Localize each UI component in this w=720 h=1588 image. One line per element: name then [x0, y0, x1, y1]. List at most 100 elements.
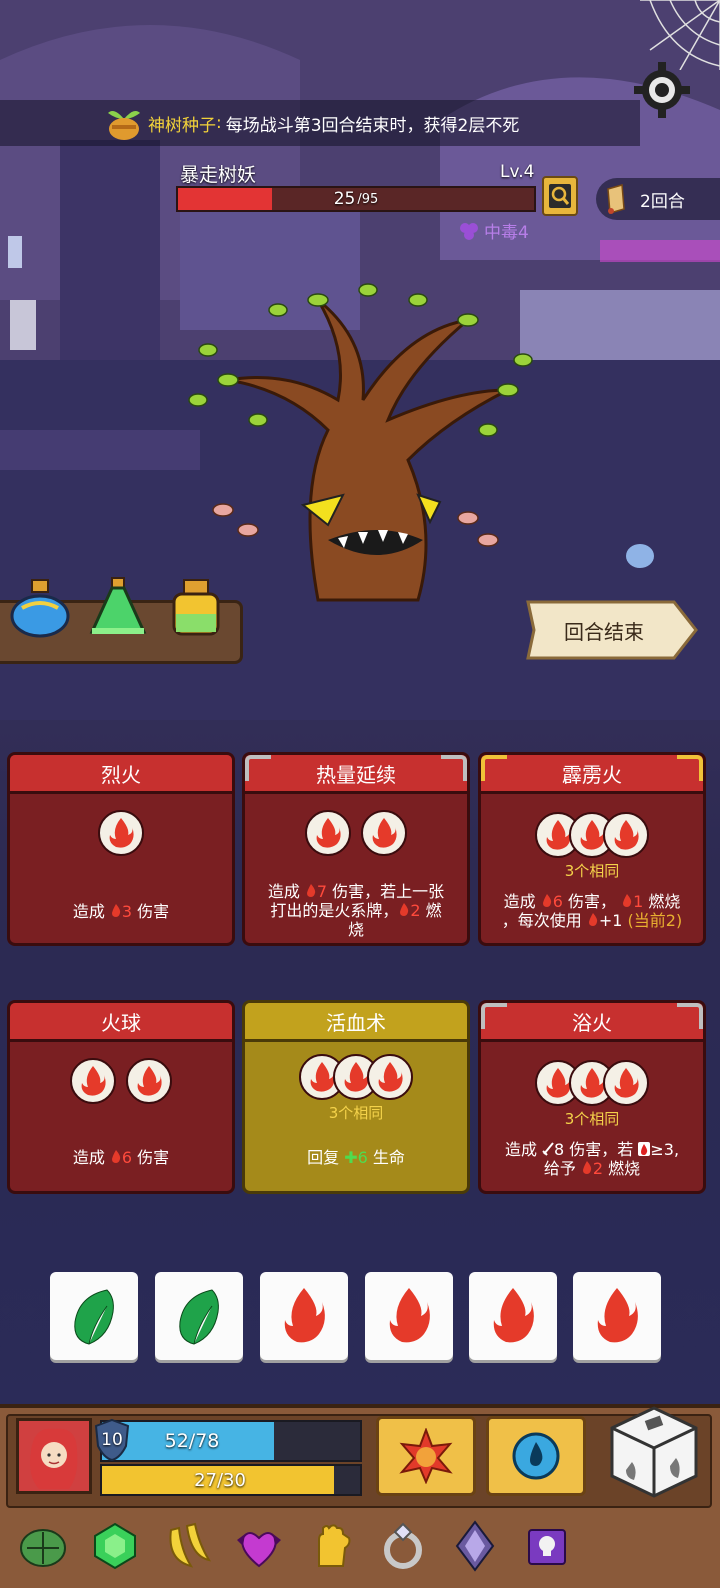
- relic-slot[interactable]: [446, 1517, 504, 1575]
- player-avatar[interactable]: [16, 1418, 92, 1494]
- relic-slot[interactable]: [374, 1517, 432, 1575]
- player-level-shield-icon: 10: [92, 1418, 132, 1462]
- card-description: 造成 6 伤害: [72, 1148, 170, 1167]
- relic-slot[interactable]: [302, 1517, 360, 1575]
- card-corner-decor: [441, 755, 467, 781]
- fire-die[interactable]: [573, 1272, 661, 1360]
- crystal-icon: [455, 1520, 495, 1572]
- enemy-hp-max: /95: [357, 191, 379, 207]
- skill-water-skull-button[interactable]: [486, 1416, 586, 1496]
- card-blood-revive[interactable]: 活血术 3个相同 回复 ✚6 生命: [242, 1000, 470, 1194]
- player-level: 10: [101, 1430, 123, 1450]
- scroll-icon: [607, 184, 625, 214]
- card-title: 霹雳火: [481, 755, 703, 794]
- leaf-die[interactable]: [50, 1272, 138, 1360]
- green-potion-icon[interactable]: [86, 574, 150, 640]
- burn-mini-icon: [582, 1161, 592, 1174]
- enemy-hp-text: 25 /95: [178, 188, 534, 210]
- enemy-status-poison[interactable]: 中毒4: [458, 218, 529, 243]
- relic-tooltip-banner: 神树种子 : 每场战斗第3回合结束时，获得2层不死: [0, 100, 640, 146]
- relic-slot[interactable]: [158, 1517, 216, 1575]
- fire-icon: [389, 1288, 430, 1343]
- blood-drop-mini-icon: [638, 1142, 651, 1156]
- card-dice-slots: [10, 810, 232, 856]
- card-title: 热量延续: [245, 755, 467, 794]
- card-description: 造成 6 伤害， 1 燃烧 ，每次使用 +1 (当前2): [501, 892, 683, 930]
- fire-slot-icon: [361, 810, 407, 856]
- fire-icon: [493, 1288, 534, 1343]
- card-heat-continuation[interactable]: 热量延续 造成 7 伤害，若上一张 打出的是火系牌， 2 燃 烧: [242, 752, 470, 946]
- card-fireball[interactable]: 火球 造成 6 伤害: [7, 1000, 235, 1194]
- water-skull-icon: [512, 1432, 560, 1480]
- relic-description: 每场战斗第3回合结束时，获得2层不死: [225, 115, 520, 136]
- fire-slot-icon: [126, 1058, 172, 1104]
- relic-slot[interactable]: [86, 1517, 144, 1575]
- player-energy-bar: 27/30: [100, 1464, 362, 1496]
- fire-slot-icon: [305, 810, 351, 856]
- sword-mini-icon: [542, 1142, 554, 1156]
- card-dice-slots: [481, 812, 703, 858]
- player-energy-text: 27/30: [194, 1469, 246, 1491]
- fire-mini-icon: [111, 904, 121, 917]
- enemy-name: 暴走树妖: [180, 164, 257, 186]
- end-turn-label: 回合结束: [564, 619, 644, 644]
- skull-book-icon: [528, 1529, 566, 1565]
- card-dice-slots: [245, 1054, 467, 1100]
- card-corner-decor: [677, 755, 703, 781]
- turn-counter: 2回合: [596, 178, 720, 220]
- relics-bar: [0, 1508, 720, 1584]
- fire-die[interactable]: [365, 1272, 453, 1360]
- relic-slot[interactable]: [518, 1517, 576, 1575]
- leaf-die[interactable]: [155, 1272, 243, 1360]
- fire-slot-icon: [367, 1054, 413, 1100]
- fire-mini-icon: [111, 1150, 121, 1163]
- blue-potion-icon[interactable]: [8, 574, 72, 640]
- relic-colon: :: [216, 113, 222, 133]
- fire-slot-icon: [603, 812, 649, 858]
- fire-die[interactable]: [260, 1272, 348, 1360]
- relic-slot[interactable]: [14, 1517, 72, 1575]
- card-title: 活血术: [245, 1003, 467, 1042]
- enemy-tree-monster[interactable]: [168, 270, 548, 620]
- seed-pot-icon: [108, 111, 140, 140]
- burn-mini-icon: [588, 913, 598, 926]
- card-description: 回复 ✚6 生命: [307, 1148, 405, 1167]
- skill-fire-sun-button[interactable]: [376, 1416, 476, 1496]
- rainbow-potion-icon[interactable]: [164, 574, 228, 640]
- relic-slot[interactable]: [230, 1517, 288, 1575]
- card-requirement: 3个相同: [328, 1104, 384, 1122]
- turn-label: 2回合: [640, 191, 685, 212]
- roll-dice-button[interactable]: [606, 1404, 702, 1500]
- card-thunderfire[interactable]: 霹雳火 3个相同 造成 6 伤害， 1 燃烧 ，每次使用 +1 (当前2): [478, 752, 706, 946]
- card-corner-decor: [481, 1003, 507, 1029]
- card-dice-slots: [10, 1058, 232, 1104]
- fire-mini-icon: [306, 884, 316, 897]
- ring-icon: [384, 1522, 422, 1569]
- burn-mini-icon: [623, 894, 632, 907]
- card-description: 造成 3 伤害: [72, 902, 170, 921]
- end-turn-button[interactable]: 回合结束: [524, 598, 700, 662]
- leaf-icon: [179, 1289, 219, 1345]
- enemy-level: Lv.4: [500, 162, 535, 182]
- glove-icon: [318, 1524, 351, 1567]
- magnifier-icon: [549, 184, 571, 208]
- relic-name: 神树种子: [148, 115, 216, 136]
- fire-slot-icon: [603, 1060, 649, 1106]
- fire-die[interactable]: [469, 1272, 557, 1360]
- card-bathed-fire[interactable]: 浴火 3个相同 造成 8 伤害，若 ≥3, 给予 2 燃烧: [478, 1000, 706, 1194]
- heal-plus-icon: ✚: [344, 1148, 358, 1167]
- green-gem-icon: [94, 1522, 136, 1570]
- card-description: 造成 8 伤害，若 ≥3, 给予 2 燃烧: [504, 1140, 680, 1178]
- card-requirement: 3个相同: [564, 862, 620, 880]
- fire-sun-icon: [399, 1428, 453, 1484]
- inspect-enemy-button[interactable]: [542, 176, 578, 216]
- fire-icon: [597, 1288, 638, 1343]
- card-fire-1[interactable]: 烈火 造成 3 伤害: [7, 752, 235, 946]
- bat-heart-icon: [237, 1532, 281, 1568]
- card-corner-decor: [677, 1003, 703, 1029]
- card-dice-slots: [481, 1060, 703, 1106]
- avatar-portrait: [19, 1421, 89, 1491]
- player-hp-bar: 52/78: [100, 1420, 362, 1462]
- bananas-icon: [169, 1522, 212, 1568]
- card-corner-decor: [481, 755, 507, 781]
